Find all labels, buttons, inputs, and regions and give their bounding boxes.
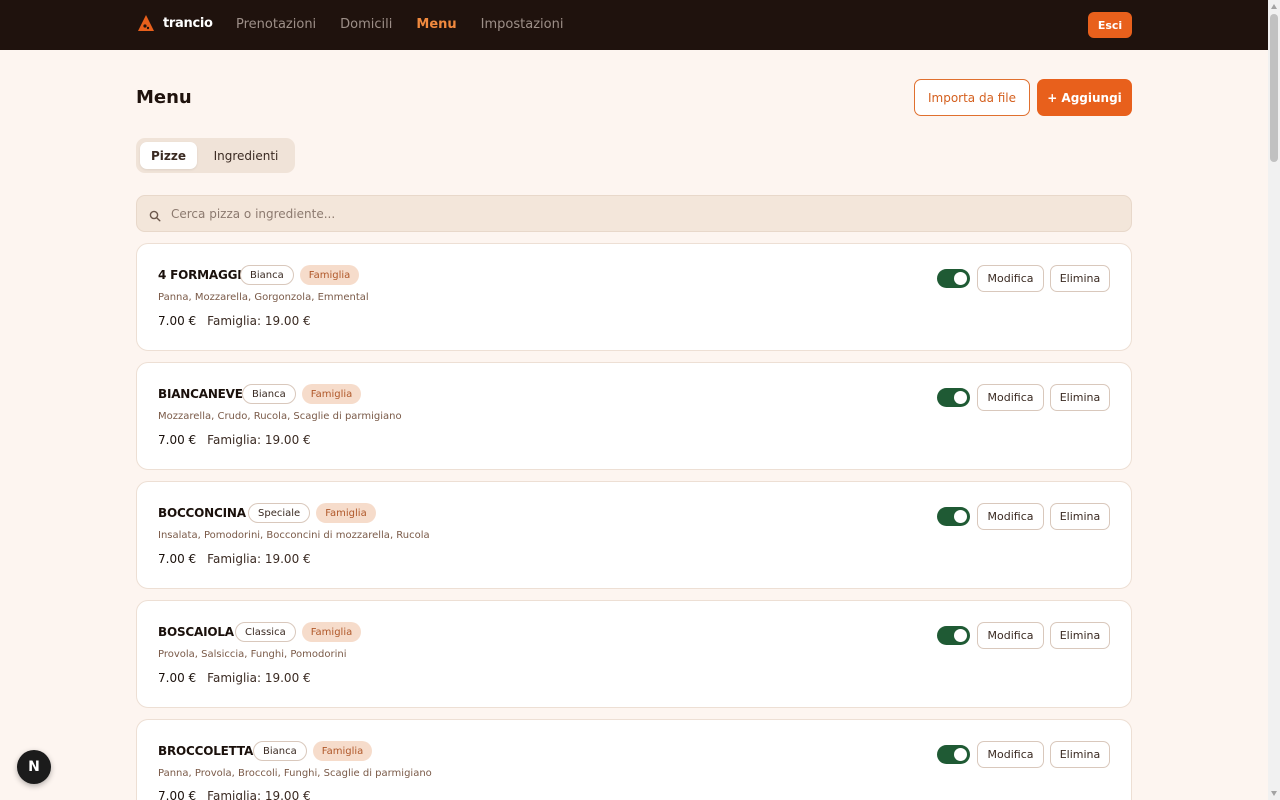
pizza-price: 7.00 €: [158, 314, 197, 328]
edit-button[interactable]: Modifica: [977, 265, 1044, 292]
pizza-name: BROCCOLETTA: [158, 744, 254, 758]
pizza-slice-icon: [137, 14, 155, 32]
family-badge: Famiglia: [312, 741, 373, 761]
tab-switcher: Pizze Ingredienti: [136, 138, 295, 173]
delete-button[interactable]: Elimina: [1050, 741, 1110, 768]
pizza-ingredients: Panna, Provola, Broccoli, Funghi, Scagli…: [158, 768, 432, 779]
brand-name: trancio: [163, 15, 213, 31]
pizza-ingredients: Insalata, Pomodorini, Bocconcini di mozz…: [158, 530, 430, 541]
scroll-down-arrow-icon[interactable]: [1270, 789, 1278, 797]
pizza-badges: Speciale Famiglia: [248, 503, 376, 523]
category-badge: Bianca: [253, 741, 307, 761]
pizza-prices: 7.00 € Famiglia: 19.00 €: [158, 671, 311, 685]
scroll-up-arrow-icon[interactable]: [1270, 3, 1278, 11]
pizza-price: 7.00 €: [158, 552, 197, 566]
pizza-prices: 7.00 € Famiglia: 19.00 €: [158, 314, 311, 328]
toggle-knob: [954, 391, 967, 404]
nav-item-menu[interactable]: Menu: [416, 17, 456, 33]
delete-button[interactable]: Elimina: [1050, 265, 1110, 292]
top-nav-bar: trancio Prenotazioni Domicili Menu Impos…: [0, 0, 1268, 50]
delete-button[interactable]: Elimina: [1050, 622, 1110, 649]
pizza-price: 7.00 €: [158, 671, 197, 685]
availability-toggle[interactable]: [937, 745, 970, 764]
pizza-card: 4 FORMAGGI Bianca Famiglia Panna, Mozzar…: [136, 243, 1132, 351]
pizza-prices: 7.00 € Famiglia: 19.00 €: [158, 789, 311, 800]
brand-logo[interactable]: trancio: [137, 14, 213, 32]
search-icon: [149, 207, 161, 226]
family-badge: Famiglia: [301, 622, 362, 642]
delete-button[interactable]: Elimina: [1050, 384, 1110, 411]
pizza-name: BOCCONCINA: [158, 506, 246, 520]
family-price: Famiglia: 19.00 €: [207, 789, 311, 800]
tab-pizze[interactable]: Pizze: [140, 142, 197, 169]
pizza-badges: Classica Famiglia: [235, 622, 362, 642]
family-price: Famiglia: 19.00 €: [207, 433, 311, 447]
add-pizza-button[interactable]: + Aggiungi: [1037, 79, 1132, 116]
page-scrollbar[interactable]: [1268, 0, 1280, 800]
family-price: Famiglia: 19.00 €: [207, 314, 311, 328]
pizza-badges: Bianca Famiglia: [242, 384, 362, 404]
family-badge: Famiglia: [299, 265, 360, 285]
edit-button[interactable]: Modifica: [977, 503, 1044, 530]
pizza-ingredients: Provola, Salsiccia, Funghi, Pomodorini: [158, 649, 347, 660]
pizza-badges: Bianca Famiglia: [240, 265, 360, 285]
family-badge: Famiglia: [316, 503, 376, 523]
nav-item-impostazioni[interactable]: Impostazioni: [481, 17, 564, 33]
main-nav: Prenotazioni Domicili Menu Impostazioni: [236, 17, 587, 33]
edit-button[interactable]: Modifica: [977, 741, 1044, 768]
search-input[interactable]: [171, 203, 1111, 225]
family-price: Famiglia: 19.00 €: [207, 671, 311, 685]
toggle-knob: [954, 629, 967, 642]
pizza-prices: 7.00 € Famiglia: 19.00 €: [158, 552, 311, 566]
scroll-thumb[interactable]: [1270, 14, 1278, 162]
family-badge: Famiglia: [301, 384, 362, 404]
category-badge: Bianca: [242, 384, 296, 404]
toggle-knob: [954, 272, 967, 285]
pizza-card: BIANCANEVE Bianca Famiglia Mozzarella, C…: [136, 362, 1132, 470]
nav-item-prenotazioni[interactable]: Prenotazioni: [236, 17, 316, 33]
pizza-card: BROCCOLETTA Bianca Famiglia Panna, Provo…: [136, 719, 1132, 800]
logout-button[interactable]: Esci: [1088, 12, 1132, 38]
availability-toggle[interactable]: [937, 269, 970, 288]
category-badge: Bianca: [240, 265, 294, 285]
category-badge: Speciale: [248, 503, 311, 523]
pizza-ingredients: Panna, Mozzarella, Gorgonzola, Emmental: [158, 292, 369, 303]
pizza-prices: 7.00 € Famiglia: 19.00 €: [158, 433, 311, 447]
availability-toggle[interactable]: [937, 507, 970, 526]
availability-toggle[interactable]: [937, 388, 970, 407]
pizza-ingredients: Mozzarella, Crudo, Rucola, Scaglie di pa…: [158, 411, 402, 422]
toggle-knob: [954, 510, 967, 523]
pizza-price: 7.00 €: [158, 789, 197, 800]
pizza-badges: Bianca Famiglia: [253, 741, 373, 761]
delete-button[interactable]: Elimina: [1050, 503, 1110, 530]
pizza-name: 4 FORMAGGI: [158, 268, 242, 282]
page-title: Menu: [136, 87, 192, 108]
pizza-name: BIANCANEVE: [158, 387, 243, 401]
tab-ingredienti[interactable]: Ingredienti: [202, 142, 290, 169]
pizza-card: BOSCAIOLA Classica Famiglia Provola, Sal…: [136, 600, 1132, 708]
pizza-price: 7.00 €: [158, 433, 197, 447]
search-bar: [136, 195, 1132, 232]
toggle-knob: [954, 748, 967, 761]
nav-item-domicili[interactable]: Domicili: [340, 17, 392, 33]
family-price: Famiglia: 19.00 €: [207, 552, 311, 566]
category-badge: Classica: [235, 622, 296, 642]
pizza-card: BOCCONCINA Speciale Famiglia Insalata, P…: [136, 481, 1132, 589]
pizza-name: BOSCAIOLA: [158, 625, 234, 639]
edit-button[interactable]: Modifica: [977, 384, 1044, 411]
nextjs-devtools-button[interactable]: N: [17, 750, 51, 784]
availability-toggle[interactable]: [937, 626, 970, 645]
import-file-button[interactable]: Importa da file: [914, 79, 1030, 116]
edit-button[interactable]: Modifica: [977, 622, 1044, 649]
